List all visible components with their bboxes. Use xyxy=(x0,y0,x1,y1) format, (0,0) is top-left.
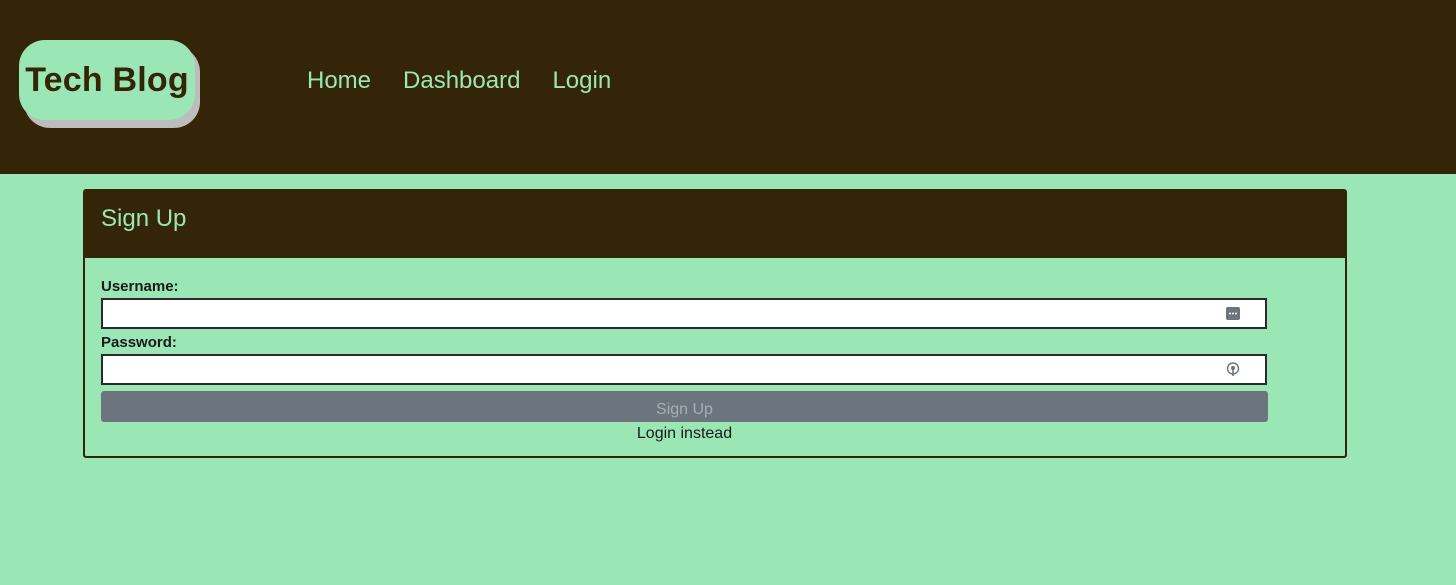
username-input[interactable] xyxy=(103,300,1265,327)
password-label: Password: xyxy=(101,334,177,351)
nav-login-link[interactable]: Login xyxy=(552,64,611,98)
key-icon[interactable] xyxy=(1225,362,1241,377)
username-label: Username: xyxy=(101,278,179,295)
signup-button[interactable]: Sign Up xyxy=(101,391,1268,422)
login-instead-link[interactable]: Login instead xyxy=(101,425,1268,443)
signup-title: Sign Up xyxy=(85,191,1345,258)
password-field[interactable] xyxy=(101,354,1267,385)
main-nav: Home Dashboard Login xyxy=(307,64,611,98)
username-field[interactable] xyxy=(101,298,1267,329)
nav-home-link[interactable]: Home xyxy=(307,64,371,98)
password-manager-icon[interactable] xyxy=(1225,306,1241,321)
site-header: Tech Blog Home Dashboard Login xyxy=(0,0,1456,174)
signup-card: Sign Up Username: Password: Sign Up Logi… xyxy=(83,189,1347,458)
site-logo[interactable]: Tech Blog xyxy=(19,40,195,120)
password-input[interactable] xyxy=(103,356,1265,383)
nav-dashboard-link[interactable]: Dashboard xyxy=(403,64,520,98)
